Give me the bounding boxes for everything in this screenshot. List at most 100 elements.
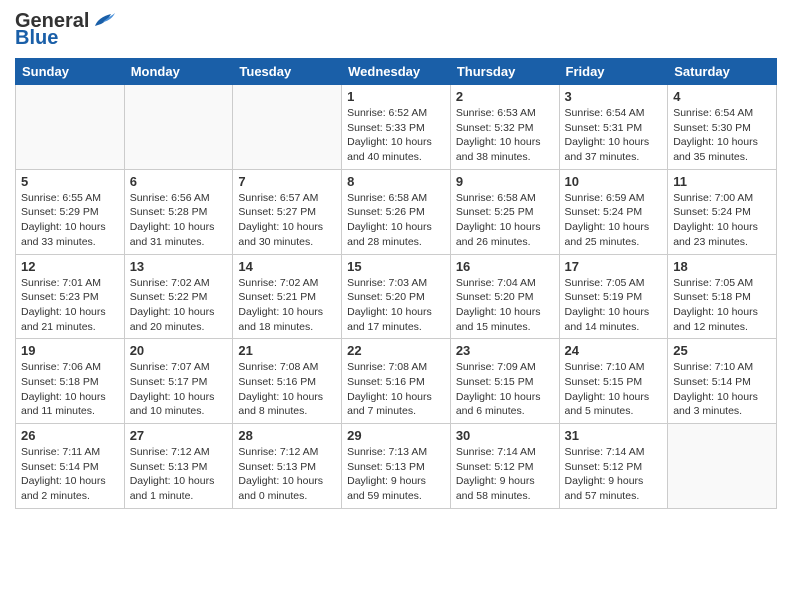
day-number: 2 bbox=[456, 89, 554, 104]
calendar-table: SundayMondayTuesdayWednesdayThursdayFrid… bbox=[15, 58, 777, 509]
day-info: Sunrise: 6:54 AM Sunset: 5:30 PM Dayligh… bbox=[673, 106, 771, 165]
calendar-cell: 28 Sunrise: 7:12 AM Sunset: 5:13 PM Dayli… bbox=[233, 424, 342, 509]
day-number: 22 bbox=[347, 343, 445, 358]
day-info: Sunrise: 6:56 AM Sunset: 5:28 PM Dayligh… bbox=[130, 191, 228, 250]
weekday-header-row: SundayMondayTuesdayWednesdayThursdayFrid… bbox=[16, 59, 777, 85]
day-info: Sunrise: 7:04 AM Sunset: 5:20 PM Dayligh… bbox=[456, 276, 554, 335]
day-number: 16 bbox=[456, 259, 554, 274]
calendar-cell bbox=[233, 85, 342, 170]
day-info: Sunrise: 7:14 AM Sunset: 5:12 PM Dayligh… bbox=[456, 445, 554, 504]
day-number: 8 bbox=[347, 174, 445, 189]
day-info: Sunrise: 7:06 AM Sunset: 5:18 PM Dayligh… bbox=[21, 360, 119, 419]
header: General Blue bbox=[15, 10, 777, 50]
calendar-cell: 20 Sunrise: 7:07 AM Sunset: 5:17 PM Dayli… bbox=[124, 339, 233, 424]
day-info: Sunrise: 6:59 AM Sunset: 5:24 PM Dayligh… bbox=[565, 191, 663, 250]
day-number: 18 bbox=[673, 259, 771, 274]
day-number: 10 bbox=[565, 174, 663, 189]
day-number: 13 bbox=[130, 259, 228, 274]
day-info: Sunrise: 7:00 AM Sunset: 5:24 PM Dayligh… bbox=[673, 191, 771, 250]
weekday-wednesday: Wednesday bbox=[342, 59, 451, 85]
day-info: Sunrise: 6:58 AM Sunset: 5:25 PM Dayligh… bbox=[456, 191, 554, 250]
calendar-cell: 24 Sunrise: 7:10 AM Sunset: 5:15 PM Dayli… bbox=[559, 339, 668, 424]
calendar-cell: 31 Sunrise: 7:14 AM Sunset: 5:12 PM Dayli… bbox=[559, 424, 668, 509]
day-number: 31 bbox=[565, 428, 663, 443]
day-info: Sunrise: 6:58 AM Sunset: 5:26 PM Dayligh… bbox=[347, 191, 445, 250]
day-info: Sunrise: 6:57 AM Sunset: 5:27 PM Dayligh… bbox=[238, 191, 336, 250]
day-number: 24 bbox=[565, 343, 663, 358]
calendar-cell: 3 Sunrise: 6:54 AM Sunset: 5:31 PM Daylig… bbox=[559, 85, 668, 170]
day-info: Sunrise: 7:12 AM Sunset: 5:13 PM Dayligh… bbox=[238, 445, 336, 504]
day-info: Sunrise: 6:55 AM Sunset: 5:29 PM Dayligh… bbox=[21, 191, 119, 250]
calendar-cell: 11 Sunrise: 7:00 AM Sunset: 5:24 PM Dayli… bbox=[668, 169, 777, 254]
day-number: 4 bbox=[673, 89, 771, 104]
calendar-cell: 7 Sunrise: 6:57 AM Sunset: 5:27 PM Daylig… bbox=[233, 169, 342, 254]
day-number: 6 bbox=[130, 174, 228, 189]
calendar-cell: 21Sunrise: 7:08 AM Sunset: 5:16 PM Dayli… bbox=[233, 339, 342, 424]
week-row-1: 1Sunrise: 6:52 AM Sunset: 5:33 PM Daylig… bbox=[16, 85, 777, 170]
calendar-cell: 10 Sunrise: 6:59 AM Sunset: 5:24 PM Dayli… bbox=[559, 169, 668, 254]
calendar-cell bbox=[668, 424, 777, 509]
calendar-cell bbox=[16, 85, 125, 170]
day-info: Sunrise: 6:54 AM Sunset: 5:31 PM Dayligh… bbox=[565, 106, 663, 165]
day-info: Sunrise: 7:09 AM Sunset: 5:15 PM Dayligh… bbox=[456, 360, 554, 419]
calendar-cell: 22Sunrise: 7:08 AM Sunset: 5:16 PM Dayli… bbox=[342, 339, 451, 424]
calendar-cell bbox=[124, 85, 233, 170]
day-number: 15 bbox=[347, 259, 445, 274]
weekday-monday: Monday bbox=[124, 59, 233, 85]
page: General Blue SundayMondayTuesdayWednesda… bbox=[0, 0, 792, 519]
day-info: Sunrise: 7:02 AM Sunset: 5:22 PM Dayligh… bbox=[130, 276, 228, 335]
day-info: Sunrise: 7:11 AM Sunset: 5:14 PM Dayligh… bbox=[21, 445, 119, 504]
calendar-cell: 25 Sunrise: 7:10 AM Sunset: 5:14 PM Dayli… bbox=[668, 339, 777, 424]
day-info: Sunrise: 7:01 AM Sunset: 5:23 PM Dayligh… bbox=[21, 276, 119, 335]
calendar-cell: 17 Sunrise: 7:05 AM Sunset: 5:19 PM Dayli… bbox=[559, 254, 668, 339]
weekday-tuesday: Tuesday bbox=[233, 59, 342, 85]
day-number: 9 bbox=[456, 174, 554, 189]
day-info: Sunrise: 7:14 AM Sunset: 5:12 PM Dayligh… bbox=[565, 445, 663, 504]
day-number: 26 bbox=[21, 428, 119, 443]
calendar-cell: 5Sunrise: 6:55 AM Sunset: 5:29 PM Daylig… bbox=[16, 169, 125, 254]
day-info: Sunrise: 7:08 AM Sunset: 5:16 PM Dayligh… bbox=[238, 360, 336, 419]
day-info: Sunrise: 7:13 AM Sunset: 5:13 PM Dayligh… bbox=[347, 445, 445, 504]
calendar-cell: 30Sunrise: 7:14 AM Sunset: 5:12 PM Dayli… bbox=[450, 424, 559, 509]
calendar-cell: 9 Sunrise: 6:58 AM Sunset: 5:25 PM Daylig… bbox=[450, 169, 559, 254]
day-info: Sunrise: 7:02 AM Sunset: 5:21 PM Dayligh… bbox=[238, 276, 336, 335]
day-info: Sunrise: 6:53 AM Sunset: 5:32 PM Dayligh… bbox=[456, 106, 554, 165]
day-number: 25 bbox=[673, 343, 771, 358]
day-info: Sunrise: 7:03 AM Sunset: 5:20 PM Dayligh… bbox=[347, 276, 445, 335]
logo-blue: Blue bbox=[15, 27, 58, 50]
day-number: 7 bbox=[238, 174, 336, 189]
week-row-3: 12 Sunrise: 7:01 AM Sunset: 5:23 PM Dayli… bbox=[16, 254, 777, 339]
day-number: 12 bbox=[21, 259, 119, 274]
logo: General Blue bbox=[15, 10, 115, 50]
day-number: 20 bbox=[130, 343, 228, 358]
calendar-cell: 27 Sunrise: 7:12 AM Sunset: 5:13 PM Dayli… bbox=[124, 424, 233, 509]
week-row-4: 19Sunrise: 7:06 AM Sunset: 5:18 PM Dayli… bbox=[16, 339, 777, 424]
day-info: Sunrise: 7:07 AM Sunset: 5:17 PM Dayligh… bbox=[130, 360, 228, 419]
calendar-cell: 13 Sunrise: 7:02 AM Sunset: 5:22 PM Dayli… bbox=[124, 254, 233, 339]
calendar-cell: 29Sunrise: 7:13 AM Sunset: 5:13 PM Dayli… bbox=[342, 424, 451, 509]
day-info: Sunrise: 7:12 AM Sunset: 5:13 PM Dayligh… bbox=[130, 445, 228, 504]
weekday-thursday: Thursday bbox=[450, 59, 559, 85]
calendar-cell: 6 Sunrise: 6:56 AM Sunset: 5:28 PM Daylig… bbox=[124, 169, 233, 254]
calendar-cell: 1Sunrise: 6:52 AM Sunset: 5:33 PM Daylig… bbox=[342, 85, 451, 170]
calendar-cell: 14 Sunrise: 7:02 AM Sunset: 5:21 PM Dayli… bbox=[233, 254, 342, 339]
day-number: 3 bbox=[565, 89, 663, 104]
day-info: Sunrise: 7:10 AM Sunset: 5:14 PM Dayligh… bbox=[673, 360, 771, 419]
weekday-saturday: Saturday bbox=[668, 59, 777, 85]
day-number: 27 bbox=[130, 428, 228, 443]
day-number: 11 bbox=[673, 174, 771, 189]
day-info: Sunrise: 7:05 AM Sunset: 5:19 PM Dayligh… bbox=[565, 276, 663, 335]
calendar-cell: 8 Sunrise: 6:58 AM Sunset: 5:26 PM Daylig… bbox=[342, 169, 451, 254]
calendar-cell: 23 Sunrise: 7:09 AM Sunset: 5:15 PM Dayli… bbox=[450, 339, 559, 424]
day-info: Sunrise: 7:10 AM Sunset: 5:15 PM Dayligh… bbox=[565, 360, 663, 419]
calendar-cell: 16 Sunrise: 7:04 AM Sunset: 5:20 PM Dayli… bbox=[450, 254, 559, 339]
day-number: 14 bbox=[238, 259, 336, 274]
day-number: 28 bbox=[238, 428, 336, 443]
logo-bird-icon bbox=[93, 12, 115, 28]
day-number: 17 bbox=[565, 259, 663, 274]
day-number: 1 bbox=[347, 89, 445, 104]
calendar-cell: 26 Sunrise: 7:11 AM Sunset: 5:14 PM Dayli… bbox=[16, 424, 125, 509]
calendar-cell: 19Sunrise: 7:06 AM Sunset: 5:18 PM Dayli… bbox=[16, 339, 125, 424]
weekday-sunday: Sunday bbox=[16, 59, 125, 85]
day-number: 23 bbox=[456, 343, 554, 358]
